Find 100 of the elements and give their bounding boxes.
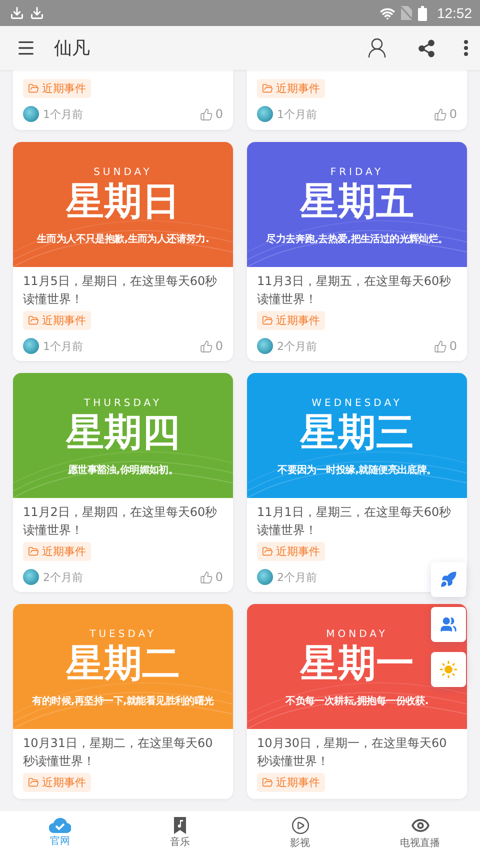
post-time: 2个月前 xyxy=(43,570,83,584)
tag-label: 近期事件 xyxy=(276,544,320,559)
like-button[interactable]: 0 xyxy=(434,339,457,353)
thumbs-up-icon xyxy=(200,570,214,584)
article-card[interactable]: SUNDAY 星期日 生而为人不只是抱歉,生而为人还请努力. 11月5日，星期日，在这里每天60秒读懂世界！ 近期事件 1个月前 0 xyxy=(13,142,233,361)
article-card[interactable]: 近期事件 1个月前 0 xyxy=(13,70,233,130)
folder-icon xyxy=(28,315,39,326)
cover-day-english: THURSDAY xyxy=(84,398,162,409)
author-avatar xyxy=(23,106,39,122)
author-avatar xyxy=(257,338,273,354)
cover-slogan: 有的时候,再坚持一下,就能看见胜利的曙光 xyxy=(32,694,214,708)
folder-icon xyxy=(28,777,39,788)
tag-label: 近期事件 xyxy=(42,81,86,96)
author-avatar xyxy=(257,569,273,585)
article-card[interactable]: WEDNESDAY 星期三 不要因为一时投缘,就随便亮出底牌。 11月1日，星期三，在这里每天60秒读懂世界！ 近期事件 2个月前 xyxy=(247,373,467,592)
download-icon xyxy=(30,6,44,20)
like-button[interactable]: 0 xyxy=(200,339,223,353)
rocket-icon xyxy=(440,571,457,588)
post-time: 1个月前 xyxy=(277,106,317,122)
rocket-button[interactable] xyxy=(431,562,466,597)
post-time: 2个月前 xyxy=(277,570,317,584)
more-icon xyxy=(464,40,468,56)
cover-day-english: FRIDAY xyxy=(330,167,384,178)
cover-slogan: 不负每一次耕耘,拥抱每一份收获. xyxy=(286,694,428,708)
cover-slogan: 生而为人不只是抱歉,生而为人还请努力. xyxy=(37,232,209,246)
like-count: 0 xyxy=(449,107,457,121)
tag-label: 近期事件 xyxy=(276,81,320,96)
category-tag[interactable]: 近期事件 xyxy=(257,311,325,330)
article-title: 11月5日，星期日，在这里每天60秒读懂世界！ xyxy=(23,273,218,308)
thumbs-up-icon xyxy=(200,340,214,352)
cover-slogan: 尽力去奔跑,去热爱,把生活过的光辉灿烂。 xyxy=(266,232,448,246)
clock-time: 12:52 xyxy=(436,5,472,21)
category-tag[interactable]: 近期事件 xyxy=(23,79,91,98)
play-circle-icon xyxy=(290,816,310,834)
like-count: 0 xyxy=(215,107,223,121)
cloud-check-icon xyxy=(49,817,71,833)
article-card[interactable]: FRIDAY 星期五 尽力去奔跑,去热爱,把生活过的光辉灿烂。 11月3日，星期五，在这里每天60秒读懂世界！ 近期事件 2个月前 0 xyxy=(247,142,467,361)
category-tag[interactable]: 近期事件 xyxy=(257,79,325,98)
article-title: 11月2日，星期四，在这里每天60秒读懂世界！ xyxy=(23,504,218,539)
like-count: 0 xyxy=(215,339,223,353)
article-title: 11月1日，星期三，在这里每天60秒读懂世界！ xyxy=(257,504,452,539)
cover-day-chinese: 星期日 xyxy=(66,178,180,224)
author-avatar xyxy=(23,569,39,585)
category-tag[interactable]: 近期事件 xyxy=(23,542,91,561)
cover-slogan: 愿世事豁浊,你明媚如初。 xyxy=(68,463,178,477)
cover-day-chinese: 星期一 xyxy=(300,640,414,686)
music-bookmark-icon xyxy=(173,816,187,834)
battery-icon xyxy=(418,6,427,20)
tag-label: 近期事件 xyxy=(42,544,86,559)
share-icon xyxy=(417,38,436,58)
article-card[interactable]: TUESDAY 星期二 有的时候,再坚持一下,就能看见胜利的曙光 10月31日，星期二，在这里每天60秒读懂世界！ 近期事件 xyxy=(13,604,233,799)
more-button[interactable] xyxy=(464,40,468,56)
cover-slogan: 不要因为一时投缘,就随便亮出底牌。 xyxy=(278,463,436,477)
category-tag[interactable]: 近期事件 xyxy=(257,773,325,792)
no-sim-icon xyxy=(400,6,412,20)
article-card[interactable]: MONDAY 星期一 不负每一次耕耘,拥抱每一份收获. 10月30日，星期一，在这里每天60秒读懂世界！ 近期事件 xyxy=(247,604,467,799)
author-avatar xyxy=(23,338,39,354)
category-tag[interactable]: 近期事件 xyxy=(23,311,91,330)
tag-label: 近期事件 xyxy=(276,775,320,790)
download-icon xyxy=(10,6,24,20)
users-icon xyxy=(440,616,457,633)
folder-icon xyxy=(262,546,273,557)
nav-tab[interactable]: 电视直播 xyxy=(360,811,480,854)
cover-day-english: WEDNESDAY xyxy=(312,398,402,409)
thumbs-up-icon xyxy=(434,340,448,352)
users-button[interactable] xyxy=(431,607,466,642)
category-tag[interactable]: 近期事件 xyxy=(257,542,325,561)
tag-label: 近期事件 xyxy=(42,313,86,328)
tag-label: 近期事件 xyxy=(276,313,320,328)
cover-day-english: MONDAY xyxy=(326,629,388,640)
folder-icon xyxy=(28,83,39,94)
like-count: 0 xyxy=(215,570,223,584)
folder-icon xyxy=(262,83,273,94)
like-button[interactable]: 0 xyxy=(200,107,223,121)
cover-day-chinese: 星期三 xyxy=(300,409,414,455)
cover-day-chinese: 星期二 xyxy=(66,640,180,686)
thumbs-up-icon xyxy=(200,108,214,120)
share-button[interactable] xyxy=(417,38,436,58)
nav-tab[interactable]: 官网 xyxy=(0,811,120,854)
article-title: 11月3日，星期五，在这里每天60秒读懂世界！ xyxy=(257,273,452,308)
like-button[interactable]: 0 xyxy=(200,570,223,584)
folder-icon xyxy=(262,777,273,788)
article-title: 10月30日，星期一，在这里每天60秒读懂世界！ xyxy=(257,735,448,770)
folder-icon xyxy=(262,315,273,326)
folder-icon xyxy=(28,546,39,557)
author-avatar xyxy=(257,106,273,122)
wifi-icon xyxy=(380,6,395,20)
article-card[interactable]: 近期事件 1个月前 0 xyxy=(247,70,467,130)
nav-tab[interactable]: 影视 xyxy=(240,811,360,854)
cover-day-chinese: 星期四 xyxy=(66,409,180,455)
post-time: 1个月前 xyxy=(43,106,83,122)
cover-day-english: TUESDAY xyxy=(90,629,156,640)
nav-tab[interactable]: 音乐 xyxy=(120,811,240,854)
category-tag[interactable]: 近期事件 xyxy=(23,773,91,792)
app-title: 仙凡 xyxy=(54,37,90,60)
post-time: 1个月前 xyxy=(43,338,83,354)
article-card[interactable]: THURSDAY 星期四 愿世事豁浊,你明媚如初。 11月2日，星期四，在这里每天60秒读懂世界！ 近期事件 2个月前 0 xyxy=(13,373,233,592)
sun-icon xyxy=(439,660,458,679)
like-button[interactable]: 0 xyxy=(434,107,457,121)
like-count: 0 xyxy=(449,339,457,353)
